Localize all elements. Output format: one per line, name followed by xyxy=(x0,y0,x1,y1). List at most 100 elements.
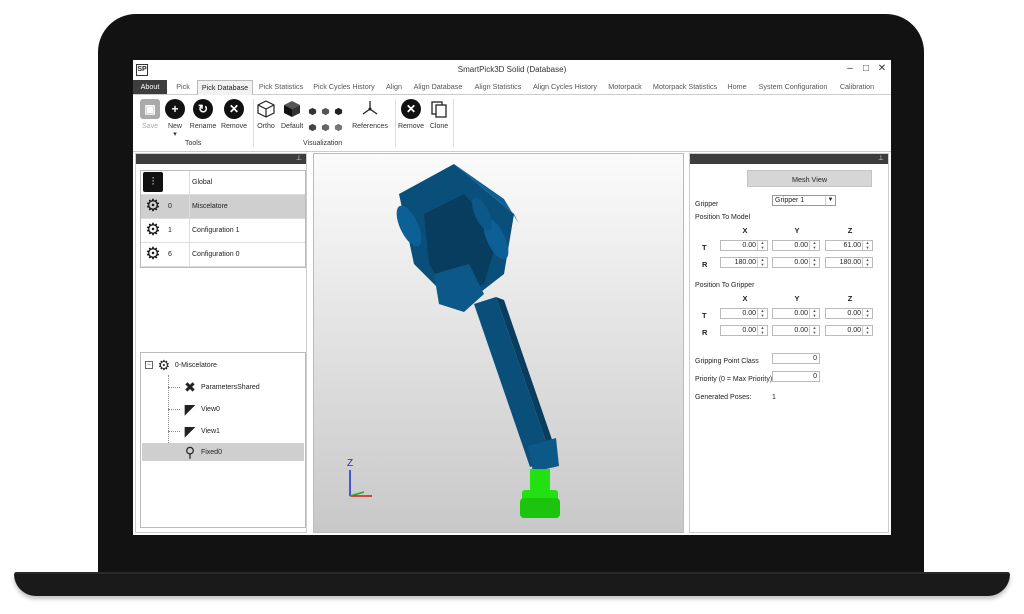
axes-icon xyxy=(362,101,378,115)
mesh-view-button[interactable]: Mesh View xyxy=(747,170,872,187)
tab-align-cycles-history[interactable]: Align Cycles History xyxy=(531,80,599,94)
spinner-icon[interactable]: ▲ ▼ xyxy=(757,257,767,267)
clone-button[interactable]: Clone xyxy=(427,99,451,130)
tab-system-configuration[interactable]: System Configuration xyxy=(757,80,829,94)
gripper-rx-input[interactable]: 0.00 ▲ ▼ xyxy=(720,325,768,336)
laptop-base xyxy=(14,574,1010,596)
gripper-ty-input[interactable]: 0.00 ▲ ▼ xyxy=(772,308,820,319)
gripper-rz-input[interactable]: 0.00 ▲ ▼ xyxy=(825,325,873,336)
view-bottom-icon[interactable] xyxy=(334,123,343,132)
spinner-icon[interactable]: ▲ ▼ xyxy=(809,240,819,250)
tab-motorpack-statistics[interactable]: Motorpack Statistics xyxy=(651,80,719,94)
maximize-icon[interactable]: □ xyxy=(859,63,873,74)
spinner-icon[interactable]: ▲ ▼ xyxy=(757,308,767,318)
remove-config-button[interactable]: ✕ Remove xyxy=(219,99,249,130)
row-r-label: R xyxy=(702,260,708,269)
clone-icon xyxy=(431,101,447,118)
tree-node-selected[interactable]: ⚲ Fixed0 xyxy=(142,443,304,461)
tab-about[interactable]: About xyxy=(133,80,167,94)
spinner-icon[interactable]: ▲ ▼ xyxy=(862,240,872,250)
list-item[interactable]: ⚙ 6 Configuration 0 xyxy=(141,243,305,267)
axis-x-header: X xyxy=(742,294,748,303)
tab-bar: About Pick Pick Database Pick Statistics… xyxy=(133,80,891,95)
tools-icon: ✖ xyxy=(184,379,196,395)
tab-home[interactable]: Home xyxy=(726,80,748,94)
view-left-icon[interactable] xyxy=(334,107,343,116)
window-title: SmartPick3D Solid (Database) xyxy=(457,65,567,74)
model-ty-input[interactable]: 0.00 ▲ ▼ xyxy=(772,240,820,251)
tree-node[interactable]: ◤ View0 xyxy=(181,400,220,418)
ribbon-divider xyxy=(253,99,254,147)
row-r-label: R xyxy=(702,328,708,337)
close-icon[interactable]: ✕ xyxy=(875,63,889,74)
references-button[interactable]: References xyxy=(349,99,391,130)
gripper-select[interactable]: Gripper 1 ▼ xyxy=(772,195,836,206)
tab-align-database[interactable]: Align Database xyxy=(412,80,464,94)
tab-align-statistics[interactable]: Align Statistics xyxy=(472,80,524,94)
list-item[interactable]: ⚙ 1 Configuration 1 xyxy=(141,219,305,243)
tab-pick-cycles-history[interactable]: Pick Cycles History xyxy=(311,80,377,94)
tab-calibration[interactable]: Calibration xyxy=(836,80,878,94)
tree-node[interactable]: ✖ ParametersShared xyxy=(181,378,260,396)
model-tx-input[interactable]: 0.00 ▲ ▼ xyxy=(720,240,768,251)
spinner-icon[interactable]: ▲ ▼ xyxy=(757,325,767,335)
tab-pick[interactable]: Pick xyxy=(171,80,195,94)
tree-node[interactable]: ◤ View1 xyxy=(181,422,220,440)
priority-label: Priority (0 = Max Priority): xyxy=(695,376,775,383)
sliders-icon: ⫶ xyxy=(143,172,163,192)
axis-y-header: Y xyxy=(794,226,800,235)
axis-y-header: Y xyxy=(794,294,800,303)
pin-icon[interactable]: ⊥ xyxy=(878,154,884,164)
gripper-icon: ⚲ xyxy=(184,444,196,460)
spinner-icon[interactable]: ▲ ▼ xyxy=(862,308,872,318)
title-bar: SP SmartPick3D Solid (Database) – □ ✕ xyxy=(133,60,891,80)
ortho-button[interactable]: Ortho xyxy=(255,99,277,130)
remove-button[interactable]: ✕ Remove xyxy=(397,99,425,130)
spinner-icon[interactable]: ▲ ▼ xyxy=(757,240,767,250)
rename-button[interactable]: ↻ Rename xyxy=(189,99,217,130)
tab-pick-statistics[interactable]: Pick Statistics xyxy=(257,80,305,94)
collapse-icon[interactable]: − xyxy=(145,361,153,369)
save-icon: ▣ xyxy=(140,99,160,119)
tab-motorpack[interactable]: Motorpack xyxy=(606,80,644,94)
model-rx-input[interactable]: 180.00 ▲ ▼ xyxy=(720,257,768,268)
z-axis-label: Z xyxy=(347,458,353,469)
list-item[interactable]: ⚙ 0 Miscelatore xyxy=(141,195,305,219)
pin-icon[interactable]: ⊥ xyxy=(296,154,302,164)
default-view-button[interactable]: Default xyxy=(281,99,303,130)
spinner-icon[interactable]: ▲ ▼ xyxy=(809,325,819,335)
close-circle-icon: ✕ xyxy=(224,99,244,119)
close-circle-icon: ✕ xyxy=(401,99,421,119)
tools-group-label: Tools xyxy=(185,140,202,147)
save-button[interactable]: ▣ Save xyxy=(137,99,163,130)
gear-icon: ⚙ xyxy=(145,196,161,215)
spinner-icon[interactable]: ▲ ▼ xyxy=(809,257,819,267)
new-button[interactable]: + New ▾ xyxy=(163,99,187,138)
view-right-icon[interactable] xyxy=(308,123,317,132)
spinner-icon[interactable]: ▲ ▼ xyxy=(809,308,819,318)
view-top-icon[interactable] xyxy=(321,123,330,132)
priority-input[interactable]: 0 xyxy=(772,371,820,382)
gripping-point-class-input[interactable]: 0 xyxy=(772,353,820,364)
tab-pick-database[interactable]: Pick Database xyxy=(197,80,253,95)
gripping-point-class-label: Gripping Point Class xyxy=(695,358,759,365)
list-item[interactable]: ⫶ Global xyxy=(141,171,305,195)
view-front-icon[interactable] xyxy=(308,107,317,116)
gripper-tx-input[interactable]: 0.00 ▲ ▼ xyxy=(720,308,768,319)
model-rz-input[interactable]: 180.00 ▲ ▼ xyxy=(825,257,873,268)
view-back-icon[interactable] xyxy=(321,107,330,116)
configuration-list: ⫶ Global ⚙ 0 Miscelatore ⚙ 1 Configurati… xyxy=(140,170,306,268)
model-tz-input[interactable]: 61.00 ▲ ▼ xyxy=(825,240,873,251)
gear-icon: ⚙ xyxy=(157,357,171,373)
gripper-ry-input[interactable]: 0.00 ▲ ▼ xyxy=(772,325,820,336)
gripper-body xyxy=(530,469,550,491)
gripper-tz-input[interactable]: 0.00 ▲ ▼ xyxy=(825,308,873,319)
model-ry-input[interactable]: 0.00 ▲ ▼ xyxy=(772,257,820,268)
solid-cube-icon xyxy=(284,101,300,117)
spinner-icon[interactable]: ▲ ▼ xyxy=(862,325,872,335)
3d-viewport[interactable]: Z xyxy=(313,153,684,533)
tab-align[interactable]: Align xyxy=(383,80,405,94)
minimize-icon[interactable]: – xyxy=(843,63,857,74)
spinner-icon[interactable]: ▲ ▼ xyxy=(862,257,872,267)
tree-root[interactable]: − ⚙ 0-Miscelatore xyxy=(145,356,217,374)
